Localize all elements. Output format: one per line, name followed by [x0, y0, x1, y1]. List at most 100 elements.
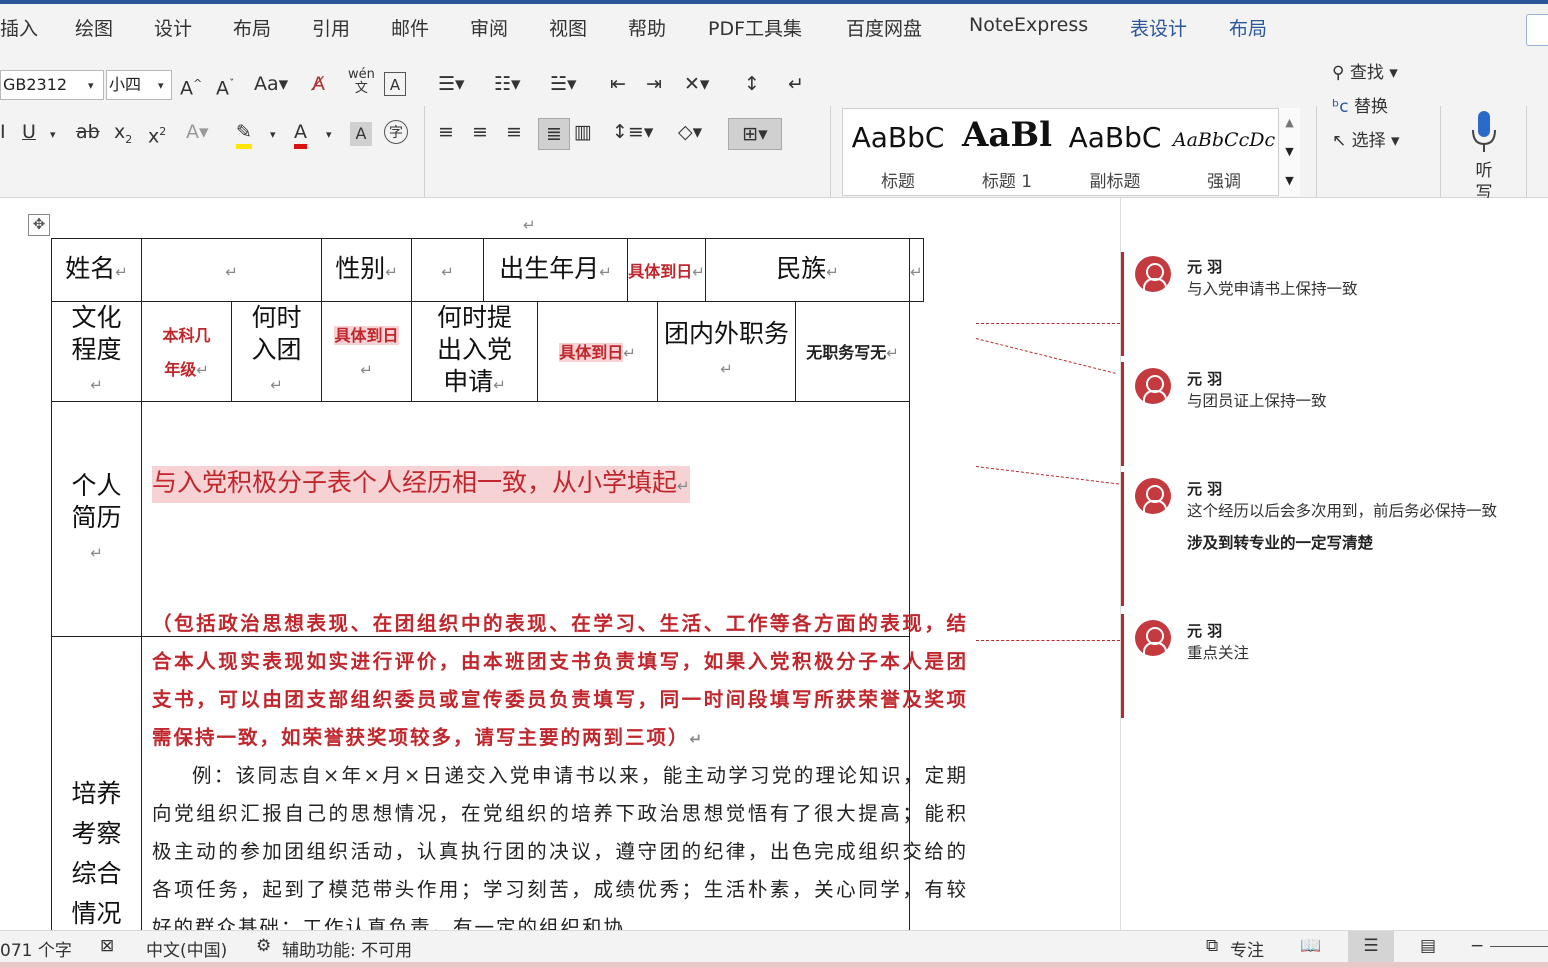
justify-icon[interactable]: ≣	[538, 118, 570, 150]
subscript-icon[interactable]: x2	[114, 120, 132, 152]
tab-view[interactable]: 视图	[549, 14, 587, 41]
chevron-down-icon[interactable]: ▾	[158, 79, 164, 92]
comment-text: 这个经历以后会多次用到，前后务必保持一致	[1187, 502, 1498, 520]
select-label: 选择	[1351, 131, 1386, 151]
tab-noteexpress[interactable]: NoteExpress	[969, 14, 1088, 36]
styles-scroll[interactable]: ▲ ▼ ▼	[1278, 108, 1300, 196]
tab-review[interactable]: 审阅	[470, 14, 508, 41]
gender-value-cell[interactable]: ↵	[411, 238, 484, 302]
comments-pane: 元 羽 与入党申请书上保持一致 元 羽 与团员证上保持一致 元 羽 这个经历以后…	[1120, 198, 1548, 930]
position-value: 无职务写无	[806, 343, 887, 362]
tab-insert[interactable]: 插入	[0, 14, 38, 41]
tab-mailings[interactable]: 邮件	[391, 14, 429, 41]
print-layout-icon[interactable]: ☰	[1348, 931, 1394, 962]
join-league-value-cell[interactable]: 具体到日↵	[321, 301, 412, 402]
accessibility-status[interactable]: 辅助功能: 不可用	[282, 936, 412, 961]
distributed-icon[interactable]: ▥	[574, 120, 592, 144]
bullets-icon[interactable]: ☰▾	[438, 72, 465, 96]
strikethrough-icon[interactable]: ab	[76, 120, 100, 144]
enclose-char-icon[interactable]: 字	[384, 120, 408, 144]
tab-references[interactable]: 引用	[312, 14, 350, 41]
phonetic-guide-icon[interactable]: wén 文	[348, 68, 375, 96]
char-border-icon[interactable]: A	[384, 72, 406, 96]
tab-baidu-netdisk[interactable]: 百度网盘	[846, 14, 922, 41]
style-emphasis[interactable]: AaBbCcDc 强调	[1169, 109, 1279, 195]
proofing-icon[interactable]: ⊠	[100, 936, 114, 956]
zoom-slider[interactable]	[1490, 946, 1548, 947]
select-button[interactable]: ↖ 选择 ▾	[1332, 126, 1400, 151]
word-count[interactable]: 071 个字	[0, 936, 72, 961]
evaluation-instructions[interactable]: （包括政治思想表现、在团组织中的表现、在学习、生活、工作等各方面的表现，结合本人…	[152, 605, 968, 758]
style-heading[interactable]: AaBbC 标题	[843, 109, 953, 195]
text-effects-icon[interactable]: A▾	[186, 120, 209, 144]
font-color-icon[interactable]: A	[294, 120, 307, 149]
education-value-cell[interactable]: 本科几年级↵	[141, 301, 232, 402]
line-spacing-icon[interactable]: ↕≡▾	[612, 120, 653, 144]
focus-mode-button[interactable]: 专注	[1230, 936, 1264, 961]
italic-icon[interactable]: I	[0, 120, 6, 144]
more-styles-icon[interactable]: ▼	[1279, 166, 1300, 195]
resume-label-cell: 个人简历↵	[51, 401, 142, 637]
language-status[interactable]: 中文(中国)	[146, 936, 227, 961]
web-layout-icon[interactable]: ▤	[1420, 936, 1436, 956]
name-value-cell[interactable]: ↵	[141, 238, 322, 302]
chinese-layout-icon[interactable]: ✕▾	[684, 72, 709, 96]
show-marks-icon[interactable]: ↵	[788, 72, 804, 96]
align-right-icon[interactable]: ≡	[506, 120, 522, 144]
tab-layout[interactable]: 布局	[233, 14, 271, 41]
resume-text[interactable]: 与入党积极分子表个人经历相一致，从小学填起↵	[152, 466, 690, 503]
multilevel-list-icon[interactable]: ☱▾	[550, 72, 577, 96]
numbering-icon[interactable]: ☷▾	[494, 72, 521, 96]
tab-help[interactable]: 帮助	[628, 14, 666, 41]
apply-value-cell[interactable]: 具体到日↵	[537, 301, 658, 402]
decrease-indent-icon[interactable]: ⇤	[610, 72, 626, 96]
borders-icon[interactable]: ⊞▾	[728, 118, 782, 150]
chevron-down-icon[interactable]: ▾	[88, 79, 94, 92]
align-left-icon[interactable]: ≡	[438, 120, 454, 144]
shrink-font-icon[interactable]: Aˇ	[216, 72, 235, 100]
evaluation-example[interactable]: 例：该同志自×年×月×日递交入党申请书以来，能主动学习党的理论知识，定期向党组织…	[152, 757, 968, 947]
change-case-icon[interactable]: Aa▾	[254, 72, 288, 96]
clear-format-icon[interactable]: A̸	[312, 72, 325, 96]
char-shading-icon[interactable]: A	[350, 122, 372, 146]
tab-design[interactable]: 设计	[154, 14, 192, 41]
chevron-down-icon[interactable]: ▼	[1279, 137, 1300, 166]
position-value-cell[interactable]: 无职务写无↵	[795, 301, 910, 402]
avatar	[1135, 368, 1171, 404]
underline-icon[interactable]: U	[22, 120, 36, 144]
comment-card[interactable]: 元 羽 这个经历以后会多次用到，前后务必保持一致 涉及到转专业的一定写清楚	[1121, 472, 1548, 606]
comment-text: 与团员证上保持一致	[1187, 392, 1327, 410]
chevron-down-icon[interactable]: ▾	[50, 128, 56, 141]
tab-draw[interactable]: 绘图	[75, 14, 113, 41]
chevron-down-icon[interactable]: ▾	[326, 128, 332, 141]
comment-card[interactable]: 元 羽 与入党申请书上保持一致	[1121, 252, 1548, 356]
superscript-icon[interactable]: x2	[148, 120, 166, 148]
read-mode-icon[interactable]: 📖	[1300, 936, 1321, 956]
increase-indent-icon[interactable]: ⇥	[646, 72, 662, 96]
font-size-value: 小四	[109, 75, 142, 94]
grow-font-icon[interactable]: A^	[180, 72, 202, 100]
resume-value-cell[interactable]	[141, 401, 910, 637]
chevron-up-icon[interactable]: ▲	[1279, 108, 1300, 137]
tab-table-design[interactable]: 表设计	[1130, 14, 1187, 41]
comment-card[interactable]: 元 羽 与团员证上保持一致	[1121, 362, 1548, 466]
tab-pdf-tools[interactable]: PDF工具集	[708, 14, 802, 41]
table-move-handle-icon[interactable]: ✥	[28, 214, 50, 236]
zoom-out-icon[interactable]: −	[1470, 936, 1484, 956]
evaluation-label: 培养考察综合情况	[71, 779, 122, 928]
highlight-icon[interactable]: ✎	[236, 120, 252, 149]
birth-value-cell[interactable]: 具体到日↵	[627, 238, 706, 302]
microphone-icon[interactable]	[1470, 110, 1498, 154]
style-heading-1[interactable]: AaBl 标题 1	[953, 109, 1061, 195]
replace-button[interactable]: ᵇc 替换	[1332, 92, 1388, 117]
shading-icon[interactable]: ◇▾	[678, 120, 702, 144]
comment-card[interactable]: 元 羽 重点关注	[1121, 614, 1548, 718]
align-center-icon[interactable]: ≡	[472, 120, 488, 144]
chevron-down-icon[interactable]: ▾	[270, 128, 276, 141]
tab-table-layout[interactable]: 布局	[1229, 14, 1267, 41]
style-subtitle[interactable]: AaBbC 副标题	[1061, 109, 1169, 195]
share-icon[interactable]	[1526, 14, 1548, 46]
ethnic-value-cell[interactable]: ↵	[909, 238, 924, 302]
find-button[interactable]: ⚲ 查找 ▾	[1332, 58, 1398, 83]
sort-icon[interactable]: ↕	[744, 72, 760, 96]
